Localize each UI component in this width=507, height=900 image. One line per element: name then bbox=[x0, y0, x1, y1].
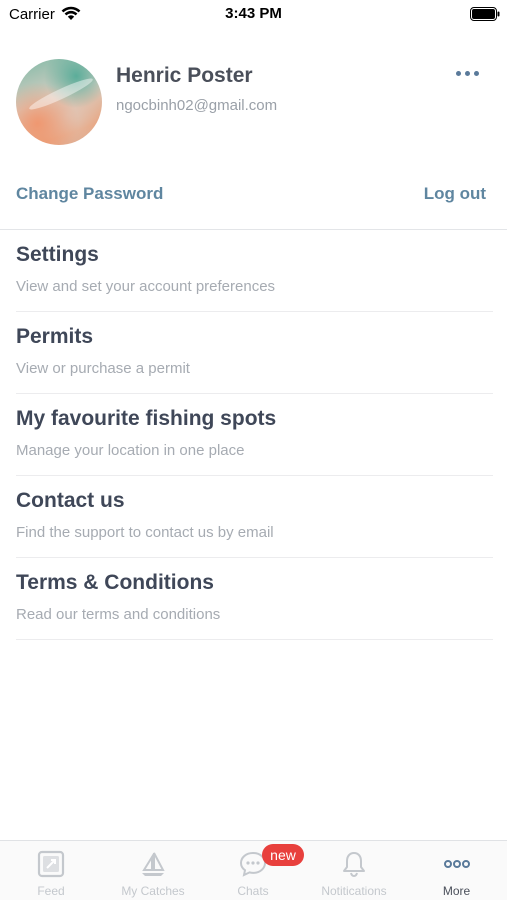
tab-bar: Feed My Catches Chats Notitications More… bbox=[0, 840, 507, 900]
menu-item-subtitle: Manage your location in one place bbox=[16, 442, 245, 459]
account-links: Change Password Log out bbox=[0, 182, 507, 208]
profile-email: ngocbinh02@gmail.com bbox=[116, 97, 278, 114]
tab-more[interactable]: More bbox=[406, 841, 507, 900]
new-badge: new bbox=[262, 844, 304, 866]
menu-item-title: My favourite fishing spots bbox=[16, 407, 277, 430]
menu-item-permits[interactable]: Permits View or purchase a permit bbox=[16, 312, 493, 394]
sailboat-icon bbox=[142, 852, 165, 876]
menu-item-title: Settings bbox=[16, 243, 99, 266]
menu-item-settings[interactable]: Settings View and set your account prefe… bbox=[16, 230, 493, 312]
menu-list: Settings View and set your account prefe… bbox=[0, 230, 507, 640]
tab-label: Chats bbox=[237, 884, 269, 898]
menu-item-subtitle: View and set your account preferences bbox=[16, 278, 276, 295]
log-out-link[interactable]: Log out bbox=[424, 184, 486, 204]
menu-item-subtitle: Find the support to contact us by email bbox=[16, 524, 274, 541]
tab-feed[interactable]: Feed bbox=[0, 841, 102, 900]
bell-icon bbox=[343, 852, 365, 878]
menu-item-subtitle: View or purchase a permit bbox=[16, 360, 190, 377]
more-horizontal-icon bbox=[443, 860, 470, 868]
tab-my-catches[interactable]: My Catches bbox=[102, 841, 204, 900]
battery-icon bbox=[470, 7, 500, 21]
avatar[interactable] bbox=[16, 59, 102, 145]
tab-notifications[interactable]: Notitications bbox=[302, 841, 406, 900]
menu-item-terms-conditions[interactable]: Terms & Conditions Read our terms and co… bbox=[16, 558, 493, 640]
profile-name: Henric Poster bbox=[116, 64, 253, 87]
change-password-link[interactable]: Change Password bbox=[16, 184, 163, 204]
status-time: 3:43 PM bbox=[225, 5, 282, 22]
menu-item-subtitle: Read our terms and conditions bbox=[16, 606, 221, 623]
status-bar: Carrier 3:43 PM bbox=[0, 0, 507, 30]
menu-item-title: Terms & Conditions bbox=[16, 571, 214, 594]
tab-label: My Catches bbox=[121, 884, 185, 898]
menu-item-title: Permits bbox=[16, 325, 94, 348]
menu-item-favourite-fishing-spots[interactable]: My favourite fishing spots Manage your l… bbox=[16, 394, 493, 476]
menu-item-title: Contact us bbox=[16, 489, 125, 512]
more-options-icon[interactable] bbox=[454, 71, 482, 81]
tab-label: Notitications bbox=[321, 884, 387, 898]
feed-icon bbox=[37, 850, 65, 878]
menu-item-contact-us[interactable]: Contact us Find the support to contact u… bbox=[16, 476, 493, 558]
tab-label: Feed bbox=[37, 884, 65, 898]
profile-header: Henric Poster ngocbinh02@gmail.com bbox=[0, 55, 507, 155]
tab-label: More bbox=[442, 884, 471, 898]
